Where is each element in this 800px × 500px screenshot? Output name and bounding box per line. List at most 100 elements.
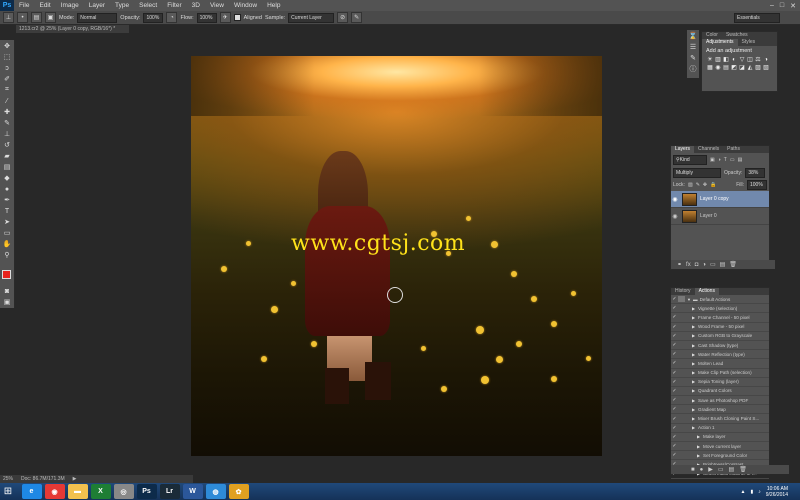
status-arrow-icon[interactable]: ▶ — [73, 476, 77, 482]
screen-mode-icon[interactable]: ▣ — [2, 297, 12, 307]
taskbar-photoshop-icon[interactable]: Ps — [136, 484, 157, 499]
ignore-adjustment-layers-icon[interactable]: ⊘ — [337, 12, 349, 23]
action-row[interactable]: ✓ ▶ Sepia Toning (layer) — [671, 378, 769, 387]
toggle-checkmark-icon[interactable]: ✓ — [671, 370, 678, 376]
dialog-toggle-icon[interactable] — [678, 305, 685, 311]
crop-tool-icon[interactable]: ⌗ — [2, 85, 12, 95]
delete-action-icon[interactable]: 🗑 — [739, 466, 747, 473]
type-tool-icon[interactable]: T — [2, 206, 12, 216]
history-panel-icon[interactable]: ⌛ — [688, 31, 698, 41]
toggle-checkmark-icon[interactable]: ✓ — [671, 416, 678, 422]
zoom-level[interactable]: 25% — [3, 476, 13, 482]
hand-tool-icon[interactable]: ✋ — [2, 239, 12, 249]
adjustment-icon[interactable]: ▤ — [723, 65, 729, 71]
taskbar-safari-icon[interactable]: ◍ — [205, 484, 226, 499]
toggle-checkmark-icon[interactable]: ✓ — [671, 360, 678, 366]
tab-history[interactable]: History — [671, 288, 695, 295]
action-row[interactable]: ✓ ▶ Custom RGB to Grayscale — [671, 332, 769, 341]
healing-brush-tool-icon[interactable]: ✚ — [2, 107, 12, 117]
action-row[interactable]: ✓ ▶ Gradient Map — [671, 405, 769, 415]
dialog-toggle-icon[interactable] — [678, 342, 685, 348]
toggle-checkmark-icon[interactable]: ✓ — [671, 314, 678, 320]
lock-pixels-icon[interactable]: ✎ — [696, 182, 700, 188]
toggle-checkmark-icon[interactable]: ✓ — [671, 434, 678, 440]
dialog-toggle-icon[interactable] — [678, 351, 685, 357]
close-button[interactable]: ✕ — [790, 2, 796, 10]
adjustment-icon[interactable]: ☀ — [707, 57, 713, 63]
airbrush-icon[interactable]: ✈ — [219, 12, 231, 23]
taskbar-word-icon[interactable]: W — [182, 484, 203, 499]
dialog-toggle-icon[interactable] — [678, 452, 685, 458]
adjustment-icon[interactable]: ▧ — [763, 65, 769, 71]
dialog-toggle-icon[interactable] — [678, 416, 685, 422]
pressure-opacity-icon[interactable]: ◔ — [166, 12, 178, 23]
new-layer-icon[interactable]: ▤ — [720, 261, 726, 268]
adjustment-icon[interactable]: ▽ — [739, 57, 745, 63]
dialog-toggle-icon[interactable] — [678, 406, 685, 412]
action-row[interactable]: ✓ ▶ Vignette (selection) — [671, 304, 769, 314]
new-set-icon[interactable]: ▭ — [718, 466, 724, 473]
mode-select[interactable]: Normal — [77, 12, 118, 23]
toggle-checkmark-icon[interactable]: ✓ — [671, 296, 678, 302]
action-row[interactable]: ✓ ▶ Make layer — [671, 433, 769, 442]
dialog-toggle-icon[interactable] — [678, 324, 685, 330]
menu-type[interactable]: Type — [110, 2, 134, 9]
marquee-tool-icon[interactable]: ⬚ — [2, 52, 12, 62]
tab-layers[interactable]: Layers — [671, 146, 695, 153]
taskbar-chrome-icon[interactable]: ◉ — [44, 484, 65, 499]
menu-view[interactable]: View — [205, 2, 229, 9]
tab-styles[interactable]: Styles — [738, 39, 760, 46]
path-selection-tool-icon[interactable]: ➤ — [2, 217, 12, 227]
delete-layer-icon[interactable]: 🗑 — [729, 261, 737, 268]
opacity-field[interactable]: 100% — [143, 12, 164, 23]
toggle-checkmark-icon[interactable]: ✓ — [671, 305, 678, 311]
action-row[interactable]: ✓ ▶ Water Reflection (type) — [671, 350, 769, 360]
filter-adjustment-icon[interactable]: ◑ — [718, 157, 721, 163]
windows-start-button[interactable]: ⊞ — [0, 485, 16, 499]
blend-mode-select[interactable]: Multiply — [673, 168, 721, 178]
toggle-checkmark-icon[interactable]: ✓ — [671, 388, 678, 394]
zoom-tool-icon[interactable]: ⚲ — [2, 250, 12, 260]
adjustment-icon[interactable]: ◑ — [763, 57, 769, 63]
foreground-color-swatch[interactable] — [2, 270, 11, 279]
lasso-tool-icon[interactable]: ↄ — [2, 63, 12, 73]
dialog-toggle-icon[interactable] — [678, 360, 685, 366]
adjustment-icon[interactable]: ▦ — [707, 65, 713, 71]
visibility-eye-icon[interactable]: ◉ — [671, 196, 679, 203]
eraser-tool-icon[interactable]: ▰ — [2, 151, 12, 161]
action-row[interactable]: ✓ ▶ Action 1 — [671, 424, 769, 433]
network-icon[interactable]: ▮ — [750, 489, 753, 495]
dialog-toggle-icon[interactable] — [678, 333, 685, 339]
history-brush-tool-icon[interactable]: ↺ — [2, 140, 12, 150]
blur-tool-icon[interactable]: ◆ — [2, 173, 12, 183]
info-panel-icon[interactable]: ⓘ — [688, 64, 698, 74]
dialog-toggle-icon[interactable] — [678, 434, 685, 440]
document-tab[interactable]: 1213.cr2 @ 25% (Layer 0 copy, RGB/16*) * — [16, 25, 129, 33]
layer-kind-filter[interactable]: ⚲ Kind — [673, 155, 707, 165]
action-row[interactable]: ✓ ▶ Save as Photoshop PDF — [671, 396, 769, 406]
menu-select[interactable]: Select — [134, 2, 162, 9]
adjustment-icon[interactable]: ◭ — [747, 65, 753, 71]
stop-recording-icon[interactable]: ■ — [691, 467, 695, 473]
tab-color[interactable]: Color — [702, 32, 722, 39]
taskbar-internet-explorer-icon[interactable]: e — [21, 484, 42, 499]
dialog-toggle-icon[interactable] — [678, 370, 685, 376]
menu-window[interactable]: Window — [229, 2, 262, 9]
gradient-tool-icon[interactable]: ▤ — [2, 162, 12, 172]
taskbar-flower-app-icon[interactable]: ✿ — [228, 484, 249, 499]
tray-arrow-icon[interactable]: ▲ — [741, 489, 746, 495]
flow-field[interactable]: 100% — [196, 12, 217, 23]
adjustment-icon[interactable]: ⚖ — [755, 57, 761, 63]
volume-icon[interactable]: ♪ — [758, 489, 761, 495]
fill-field[interactable]: 100% — [747, 180, 767, 190]
new-adjustment-layer-icon[interactable]: ◑ — [702, 262, 706, 268]
dialog-toggle-icon[interactable] — [678, 314, 685, 320]
toggle-checkmark-icon[interactable]: ✓ — [671, 342, 678, 348]
record-icon[interactable]: ● — [700, 467, 704, 473]
visibility-eye-icon[interactable]: ◉ — [671, 213, 679, 220]
menu-help[interactable]: Help — [262, 2, 285, 9]
dialog-toggle-icon[interactable] — [678, 296, 685, 303]
dialog-toggle-icon[interactable] — [678, 379, 685, 385]
pressure-size-icon[interactable]: ✎ — [351, 12, 363, 23]
dialog-toggle-icon[interactable] — [678, 425, 685, 431]
